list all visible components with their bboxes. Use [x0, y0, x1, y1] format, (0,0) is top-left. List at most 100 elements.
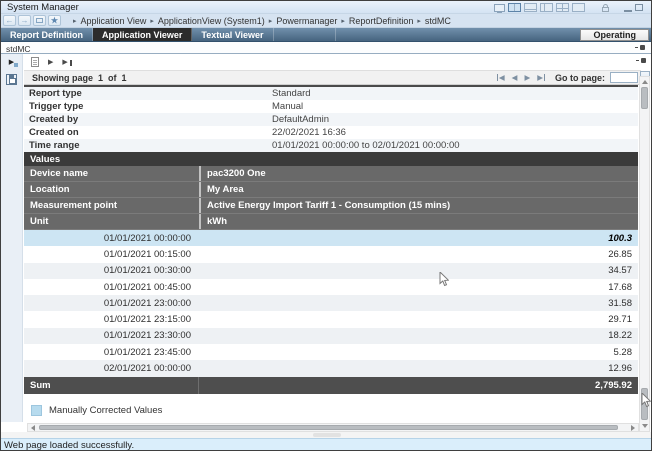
table-row[interactable]: 01/01/2021 00:00:00 100.3	[24, 230, 638, 246]
table-row[interactable]: 01/01/2021 23:30:00 18.22	[24, 328, 638, 344]
table-row[interactable]: 01/01/2021 23:15:00 29.71	[24, 311, 638, 327]
value-cell: 18.22	[199, 330, 638, 341]
forward-button[interactable]: →	[18, 15, 31, 26]
splitter-handle[interactable]	[313, 433, 341, 437]
breadcrumb-item-application-view[interactable]: Application View	[81, 16, 147, 26]
window-title: System Manager	[7, 2, 79, 13]
layout-horizontal-split-icon[interactable]	[524, 3, 537, 12]
current-page-number: 1	[98, 73, 103, 83]
breadcrumb-separator-icon: ▸	[269, 17, 273, 25]
favorites-button[interactable]: ★	[48, 15, 61, 26]
document-tab-row: stdMC	[1, 42, 651, 54]
table-row[interactable]: 01/01/2021 00:30:00 34.57	[24, 263, 638, 279]
horizontal-scrollbar[interactable]	[27, 423, 639, 432]
timestamp-cell: 02/01/2021 00:00:00	[24, 363, 199, 374]
previous-page-icon[interactable]: ◀	[512, 74, 518, 82]
detail-label: Report type	[24, 88, 272, 99]
next-page-icon[interactable]: ▶	[524, 74, 530, 82]
table-row[interactable]: 01/01/2021 23:00:00 31.58	[24, 295, 638, 311]
device-row: Measurement point Active Energy Import T…	[24, 198, 638, 214]
value-cell: 5.28	[199, 347, 638, 358]
value-cell: 26.85	[199, 249, 638, 260]
operating-button[interactable]: Operating	[580, 29, 649, 41]
scroll-down-icon[interactable]	[640, 422, 649, 430]
report-details: Report type Standard Trigger type Manual…	[24, 87, 638, 152]
layout-single-pane-icon[interactable]	[572, 3, 585, 12]
play-export-icon[interactable]: ▶	[62, 59, 71, 66]
document-tab-stdmc[interactable]: stdMC	[6, 44, 31, 54]
value-cell: 100.3	[199, 233, 638, 244]
detail-label: Trigger type	[24, 101, 272, 112]
report-toolbar: ▶ ▶	[31, 57, 72, 67]
breadcrumb-item-stdmc[interactable]: stdMC	[425, 16, 451, 26]
breadcrumb-separator-icon: ▸	[417, 17, 421, 25]
tab-spacer	[274, 28, 336, 41]
timestamp-cell: 01/01/2021 00:15:00	[24, 249, 199, 260]
tab-textual-viewer[interactable]: Textual Viewer	[192, 28, 273, 41]
scroll-right-icon[interactable]	[629, 424, 637, 431]
vertical-scrollbar-thumb[interactable]	[641, 87, 648, 109]
detail-row: Trigger type Manual	[24, 100, 638, 113]
table-row[interactable]: 01/01/2021 00:15:00 26.85	[24, 246, 638, 262]
content-pin-icon[interactable]	[636, 56, 647, 65]
legend: Manually Corrected Values	[31, 405, 162, 416]
first-page-icon[interactable]: ◀	[497, 74, 505, 82]
pin-icon[interactable]	[635, 43, 646, 52]
tab-report-definition[interactable]: Report Definition	[1, 28, 93, 41]
vertical-scrollbar-thumb-lower[interactable]	[641, 388, 648, 420]
legend-label: Manually Corrected Values	[49, 405, 162, 416]
detail-value: Standard	[272, 88, 311, 99]
timestamp-cell: 01/01/2021 23:30:00	[24, 330, 199, 341]
scroll-left-icon[interactable]	[29, 424, 37, 431]
status-message: Web page loaded successfully.	[4, 440, 134, 451]
scroll-up-icon[interactable]	[640, 78, 649, 86]
go-to-page-input[interactable]	[610, 72, 638, 83]
detail-value: 22/02/2021 16:36	[272, 127, 346, 138]
detail-row: Created on 22/02/2021 16:36	[24, 126, 638, 139]
monitor-pin-icon[interactable]	[494, 4, 505, 12]
value-cell: 29.71	[199, 314, 638, 325]
screen-button[interactable]	[33, 15, 46, 26]
value-cell: 12.96	[199, 363, 638, 374]
lock-icon[interactable]	[602, 7, 609, 12]
table-row[interactable]: 01/01/2021 00:45:00 17.68	[24, 279, 638, 295]
run-report-icon[interactable]: ▶	[6, 58, 18, 66]
save-icon[interactable]	[6, 74, 17, 85]
star-icon: ★	[51, 17, 58, 25]
device-label: Measurement point	[24, 198, 199, 213]
detail-label: Created by	[24, 114, 272, 125]
values-section-header: Values	[24, 152, 638, 166]
device-label: Location	[24, 182, 199, 197]
last-page-icon[interactable]: ▶	[537, 74, 545, 82]
status-bar: Web page loaded successfully.	[1, 438, 651, 451]
document-icon[interactable]	[31, 57, 39, 67]
horizontal-scrollbar-thumb[interactable]	[39, 425, 618, 430]
play-icon[interactable]: ▶	[48, 59, 53, 66]
detail-value: Manual	[272, 101, 303, 112]
minimize-icon[interactable]	[624, 10, 632, 12]
table-row[interactable]: 01/01/2021 23:45:00 5.28	[24, 344, 638, 360]
vertical-scrollbar[interactable]	[639, 76, 650, 432]
showing-page-text: Showing page 1 of 1	[32, 73, 127, 83]
title-bar: System Manager	[1, 1, 651, 14]
restore-icon[interactable]	[635, 4, 643, 11]
back-button[interactable]: ←	[3, 15, 16, 26]
timestamp-cell: 01/01/2021 00:00:00	[24, 233, 199, 244]
detail-value: 01/01/2021 00:00:00 to 02/01/2021 00:00:…	[272, 140, 460, 151]
device-label: Unit	[24, 214, 199, 229]
layout-left-split-icon[interactable]	[540, 3, 553, 12]
table-row[interactable]: 02/01/2021 00:00:00 12.96	[24, 360, 638, 376]
timestamp-cell: 01/01/2021 23:15:00	[24, 314, 199, 325]
detail-label: Created on	[24, 127, 272, 138]
view-tab-bar: Report Definition Application Viewer Tex…	[1, 28, 651, 42]
showing-label: Showing page	[32, 73, 93, 83]
breadcrumb-item-powermanager[interactable]: Powermanager	[276, 16, 337, 26]
layout-vertical-split-icon[interactable]	[508, 3, 521, 12]
breadcrumb-item-reportdefinition[interactable]: ReportDefinition	[349, 16, 414, 26]
pager-controls: ◀ ◀ ▶ ▶	[497, 74, 545, 82]
screen-icon	[36, 18, 43, 23]
device-value: pac3200 One	[199, 166, 638, 181]
breadcrumb-item-applicationview-system1[interactable]: ApplicationView (System1)	[158, 16, 265, 26]
layout-quad-split-icon[interactable]	[556, 3, 569, 12]
tab-application-viewer[interactable]: Application Viewer	[93, 28, 192, 41]
